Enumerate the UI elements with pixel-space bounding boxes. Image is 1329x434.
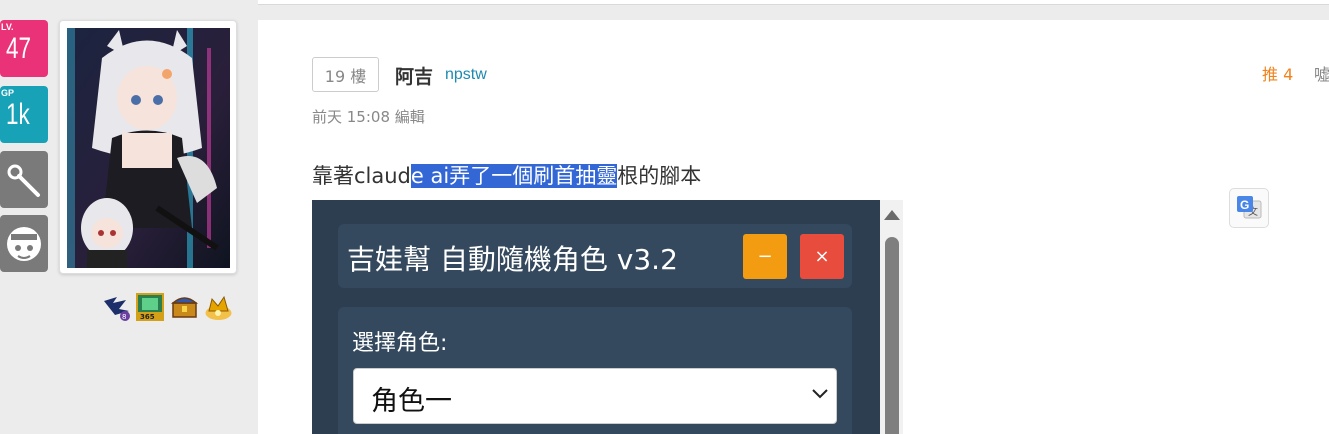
previous-post-card-edge [258,0,1329,5]
post-content: 靠著claude ai弄了一個刷首抽靈根的腳本 [312,160,701,190]
role-panel: 選擇角色: 角色一 [338,307,852,434]
embedded-screenshot: 吉娃幫 自動隨機角色 v3.2 − × 選擇角色: 角色一 [312,200,903,434]
translate-button[interactable]: 文 G [1229,188,1269,228]
boo-button[interactable]: 噓 [1314,61,1329,85]
app-titlebar: 吉娃幫 自動隨機角色 v3.2 − × [338,224,852,288]
author-name[interactable]: 阿吉 [395,62,433,89]
close-button[interactable]: × [800,234,844,279]
mascot-face-icon [7,226,41,261]
google-translate-icon: 文 G [1237,196,1262,219]
avatar[interactable] [59,20,237,274]
level-badge[interactable]: LV. 47 [0,20,48,77]
role-select[interactable]: 角色一 [353,368,837,424]
scrollbar[interactable] [880,200,903,434]
gp-badge[interactable]: GP 1k [0,86,48,143]
svg-text:365: 365 [140,313,155,321]
dragon-medal-icon[interactable]: 8 [101,291,132,322]
role-label: 選擇角色: [352,331,448,356]
post-card: 19 樓 阿吉 npstw 前天 15:08 編輯 推 4 噓 文 G 靠著cl… [258,20,1329,434]
content-text-before: 靠著claud [312,164,411,188]
365-medal-icon[interactable]: 365 [135,291,166,322]
avatar-image [67,28,230,268]
svg-text:G: G [1240,198,1249,212]
author-id[interactable]: npstw [445,66,487,84]
minimize-button[interactable]: − [743,234,787,279]
treasure-chest-medal-icon[interactable] [169,291,200,322]
level-label: LV. [1,22,14,32]
gp-value: 1k [6,98,30,131]
svg-text:8: 8 [122,313,126,321]
content-text-after: 根的腳本 [617,164,702,188]
scroll-thumb[interactable] [885,237,899,434]
app-title: 吉娃幫 自動隨機角色 v3.2 [347,243,678,276]
wand-icon [7,164,40,197]
chevron-down-icon [812,389,828,399]
role-select-value: 角色一 [371,386,452,417]
floor-number[interactable]: 19 樓 [312,57,379,92]
medal-row: 8 365 [101,291,234,322]
push-count[interactable]: 推 4 [1262,61,1293,85]
wand-badge[interactable] [0,151,48,208]
gp-label: GP [1,88,15,98]
mascot-badge[interactable] [0,215,48,272]
edit-time: 前天 15:08 編輯 [312,108,425,126]
scroll-up-arrow-icon[interactable] [884,210,900,220]
level-value: 47 [6,32,32,65]
selected-text[interactable]: e ai弄了一個刷首抽靈 [410,164,618,188]
crown-medal-icon[interactable] [203,291,234,322]
